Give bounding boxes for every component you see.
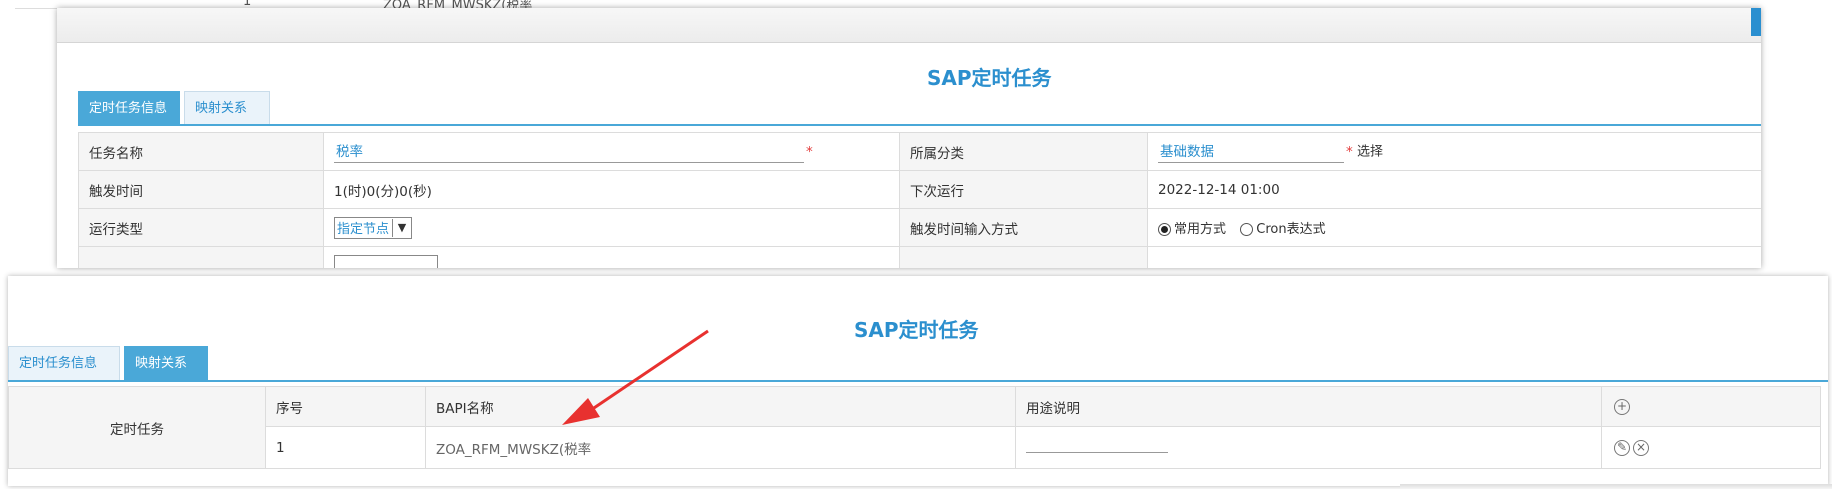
delete-icon[interactable]: × (1633, 439, 1649, 456)
form-row: 任务名称 税率 * 所属分类 基础数据 * 选择 (78, 132, 1761, 171)
radio-common-label: 常用方式 (1174, 222, 1227, 237)
tab-bar: 定时任务信息 映射关系 (8, 346, 308, 380)
tab-mapping[interactable]: 映射关系 (124, 346, 208, 380)
run-type-label: 运行类型 (78, 208, 324, 247)
trigger-time-value: 1(时)0(分)0(秒) (323, 170, 900, 209)
scrollbar[interactable] (1751, 8, 1761, 36)
usage-input[interactable] (1026, 438, 1168, 453)
radio-cron[interactable] (1240, 223, 1254, 236)
required-mark: * (806, 143, 813, 160)
grid-header-row: 定时任务 序号 BAPI名称 用途说明 + (8, 386, 1821, 469)
input-mode-cell: 常用方式 Cron表达式 (1147, 208, 1761, 247)
input-mode-label: 触发时间输入方式 (899, 208, 1148, 247)
bottom-shadow (1400, 484, 1832, 489)
task-name-label: 任务名称 (78, 132, 324, 171)
tab-task-info[interactable]: 定时任务信息 (78, 91, 180, 125)
task-dialog-info: SAP定时任务 定时任务信息 映射关系 任务名称 税率 * 所属分类 基础数据 * … (57, 8, 1761, 268)
radio-cron-label: Cron表达式 (1256, 222, 1326, 237)
category-label: 所属分类 (899, 132, 1148, 171)
category-input[interactable]: 基础数据 (1158, 140, 1344, 163)
form-row: 触发时间 1(时)0(分)0(秒) 下次运行 2022-12-14 01:00 (78, 170, 1761, 209)
chevron-down-icon: ▼ (392, 218, 411, 237)
task-info-form: 任务名称 税率 * 所属分类 基础数据 * 选择 触发时间 1(时)0(分)0(秒)… (78, 132, 1761, 268)
mapping-grid: 定时任务 序号 BAPI名称 用途说明 + 1 ZOA_RFM_MWSKZ(税率… (8, 386, 1821, 469)
run-type-selected: 指定节点 (337, 222, 390, 237)
tab-mapping[interactable]: 映射关系 (184, 91, 270, 125)
category-cell: 基础数据 * 选择 (1147, 132, 1761, 171)
task-name-input[interactable]: 税率 (334, 140, 804, 163)
row-actions: ✎ × (1601, 426, 1821, 469)
dialog-toolbar (57, 8, 1761, 43)
table-row: 1 ZOA_RFM_MWSKZ(税率 ✎ × (9, 426, 1821, 469)
row-label: 定时任务 (8, 386, 266, 469)
choose-link[interactable]: 选择 (1357, 145, 1383, 160)
form-row: 运行类型 指定节点 ▼ 触发时间输入方式 常用方式 Cron表达式 (78, 208, 1761, 247)
next-run-value: 2022-12-14 01:00 (1147, 170, 1761, 209)
tab-underline (8, 380, 1828, 382)
next-run-label: 下次运行 (899, 170, 1148, 209)
tab-task-info[interactable]: 定时任务信息 (8, 346, 120, 380)
run-type-select[interactable]: 指定节点 ▼ (334, 216, 413, 239)
col-usage: 用途说明 (1015, 386, 1602, 427)
cell-seq: 1 (265, 426, 426, 469)
task-name-cell: 税率 * (323, 132, 900, 171)
radio-common[interactable] (1158, 223, 1171, 236)
tab-bar: 定时任务信息 映射关系 (78, 91, 378, 125)
trigger-time-label: 触发时间 (78, 170, 324, 209)
page-title: SAP定时任务 (927, 66, 1052, 90)
edit-icon[interactable]: ✎ (1614, 439, 1630, 456)
col-bapi: BAPI名称 (425, 386, 1016, 427)
task-dialog-mapping: SAP定时任务 定时任务信息 映射关系 定时任务 序号 BAPI名称 用途说明 … (8, 276, 1828, 486)
cell-usage (1015, 426, 1602, 469)
add-cell: + (1601, 386, 1821, 427)
tab-underline (78, 124, 1761, 126)
run-type-cell: 指定节点 ▼ (323, 208, 900, 247)
add-icon[interactable]: + (1614, 398, 1630, 415)
col-seq: 序号 (265, 386, 426, 427)
partial-select[interactable] (334, 254, 438, 268)
cell-bapi: ZOA_RFM_MWSKZ(税率 (425, 426, 1016, 469)
form-row (78, 246, 1761, 268)
page-title: SAP定时任务 (854, 318, 979, 342)
required-mark: * (1346, 143, 1353, 160)
